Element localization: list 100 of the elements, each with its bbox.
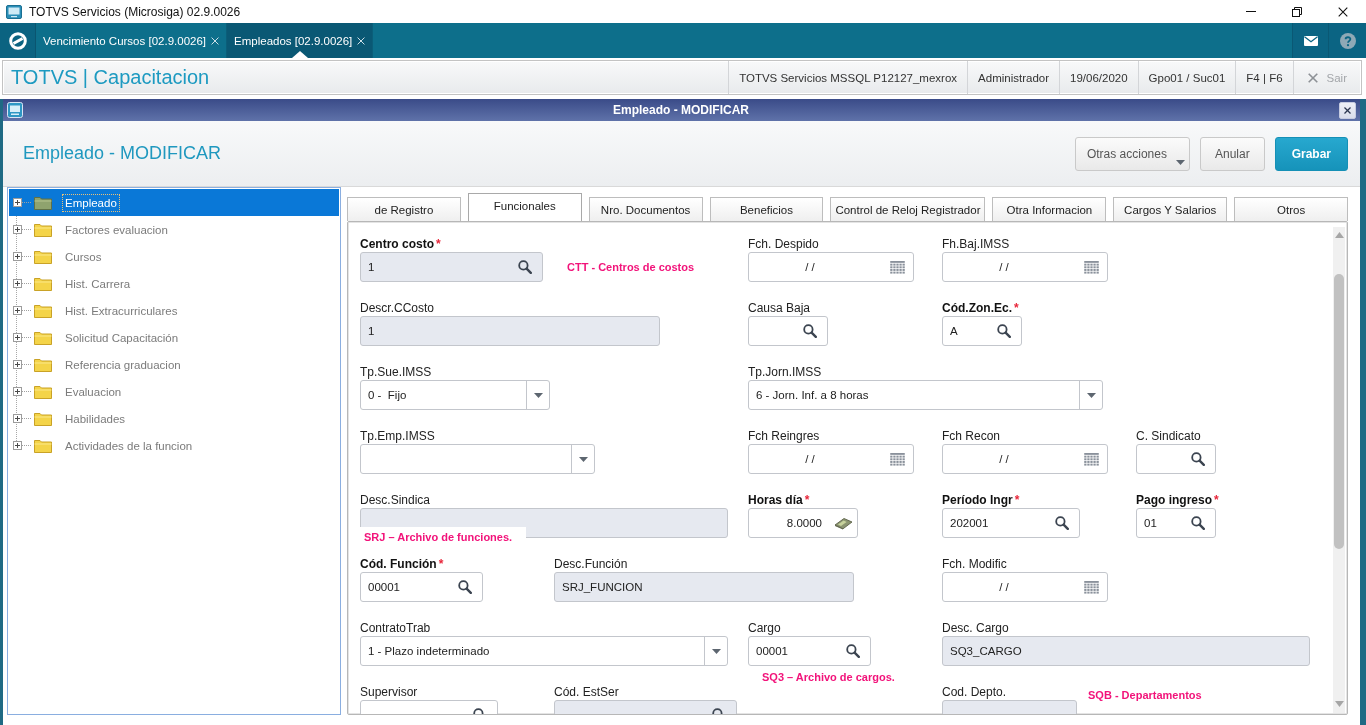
lookup-field[interactable]: 00001 bbox=[748, 636, 871, 666]
expand-icon[interactable] bbox=[13, 279, 22, 288]
expand-icon[interactable] bbox=[13, 333, 22, 342]
header-info: 19/06/2020 bbox=[1059, 61, 1138, 94]
calendar-icon[interactable] bbox=[1084, 452, 1099, 466]
restore-icon[interactable] bbox=[1292, 6, 1302, 17]
text-field[interactable]: SRJ_FUNCION bbox=[554, 572, 854, 602]
field-label: Centro costo bbox=[360, 237, 434, 252]
window-title: TOTVS Servicios (Microsiga) 02.9.0026 bbox=[29, 4, 241, 19]
field-label: ContratoTrab bbox=[360, 621, 431, 636]
annotation-text: CTT - Centros de costos bbox=[567, 261, 695, 273]
date-field[interactable]: / / bbox=[942, 252, 1108, 282]
tab[interactable]: Beneficios bbox=[709, 197, 824, 221]
dropdown-field[interactable]: 1 - Plazo indeterminado bbox=[360, 636, 728, 666]
lookup-field[interactable]: 01 bbox=[1136, 508, 1216, 538]
field-label: Fh.Baj.IMSS bbox=[942, 237, 1010, 252]
dropdown-field[interactable]: 6 - Jorn. Inf. a 8 horas bbox=[748, 380, 1103, 410]
date-field[interactable]: / / bbox=[748, 252, 914, 282]
folder-icon bbox=[34, 330, 52, 345]
dialog-heading: Empleado - MODIFICAR bbox=[23, 143, 222, 164]
tree-item[interactable]: Habilidades bbox=[9, 405, 339, 432]
search-icon[interactable] bbox=[846, 644, 860, 658]
scrollbar[interactable] bbox=[1333, 227, 1345, 713]
search-icon[interactable] bbox=[458, 580, 472, 594]
lookup-field[interactable] bbox=[1136, 444, 1216, 474]
expand-icon[interactable] bbox=[13, 198, 22, 207]
header-info: Administrador bbox=[967, 61, 1060, 94]
mail-icon[interactable] bbox=[1303, 35, 1318, 46]
caret-icon bbox=[711, 648, 721, 654]
tree-item[interactable]: Factores evaluacion bbox=[9, 216, 339, 243]
field-label: Fch Reingres bbox=[748, 429, 820, 444]
search-icon[interactable] bbox=[1191, 452, 1205, 466]
annotation-text: SQ3 – Archivo de cargos. bbox=[762, 671, 895, 683]
folder-icon bbox=[34, 276, 52, 291]
tree-item[interactable]: Cursos bbox=[9, 243, 339, 270]
search-icon[interactable] bbox=[997, 324, 1011, 338]
tab[interactable]: Nro. Documentos bbox=[588, 197, 703, 221]
search-icon[interactable] bbox=[803, 324, 817, 338]
field-label: Tp.Sue.IMSS bbox=[360, 365, 432, 380]
close-button[interactable] bbox=[1339, 101, 1356, 119]
search-icon[interactable] bbox=[518, 260, 532, 274]
header-info: TOTVS Servicios MSSQL P12127_mexrox bbox=[728, 61, 968, 94]
tree-item[interactable]: Referencia graduacion bbox=[9, 351, 339, 378]
field-label: Cód. EstSer bbox=[554, 685, 619, 700]
app-tab[interactable]: Empleados [02.9.0026] bbox=[227, 23, 374, 58]
tab[interactable]: Otros bbox=[1234, 197, 1348, 221]
lookup-field[interactable]: A bbox=[942, 316, 1022, 346]
actions-button[interactable]: Otras acciones bbox=[1074, 136, 1190, 171]
close-icon[interactable] bbox=[1338, 6, 1348, 17]
help-icon[interactable] bbox=[1339, 32, 1356, 49]
ring-logo-icon[interactable] bbox=[8, 31, 27, 50]
tab[interactable]: Control de Reloj Registrador bbox=[830, 197, 986, 221]
expand-icon[interactable] bbox=[13, 360, 22, 369]
tree-item[interactable]: Hist. Extracurriculares bbox=[9, 297, 339, 324]
expand-icon[interactable] bbox=[13, 387, 22, 396]
lookup-field[interactable]: 1 bbox=[360, 252, 543, 282]
lookup-field[interactable]: 00001 bbox=[360, 572, 483, 602]
date-field[interactable]: / / bbox=[942, 444, 1108, 474]
lookup-field[interactable]: 202001 bbox=[942, 508, 1080, 538]
lookup-field[interactable] bbox=[748, 316, 828, 346]
dropdown-field[interactable]: 0 - Fijo bbox=[360, 380, 550, 410]
expand-icon[interactable] bbox=[13, 441, 22, 450]
calendar-icon[interactable] bbox=[890, 260, 905, 274]
dialog-title: Empleado - MODIFICAR bbox=[612, 103, 750, 117]
date-field[interactable]: / / bbox=[748, 444, 914, 474]
dropdown-field[interactable] bbox=[360, 444, 595, 474]
expand-icon[interactable] bbox=[13, 252, 22, 261]
tree-item[interactable]: Empleado bbox=[9, 189, 339, 216]
caret-icon bbox=[1086, 392, 1096, 398]
text-field[interactable]: 1 bbox=[360, 316, 660, 346]
scrollbar-thumb[interactable] bbox=[1334, 274, 1344, 549]
tab[interactable]: Cargos Y Salarios bbox=[1113, 197, 1228, 221]
text-field[interactable]: SQ3_CARGO bbox=[942, 636, 1310, 666]
cancel-button[interactable]: Anular bbox=[1199, 136, 1265, 171]
tree-item[interactable]: Actividades de la funcion bbox=[9, 432, 339, 459]
field-label: Tp.Emp.IMSS bbox=[360, 429, 435, 444]
calculator-icon[interactable] bbox=[834, 516, 853, 530]
tree-item[interactable]: Hist. Carrera bbox=[9, 270, 339, 297]
calendar-icon[interactable] bbox=[1084, 580, 1099, 594]
tab[interactable]: Otra Informacion bbox=[992, 197, 1107, 221]
calendar-icon[interactable] bbox=[890, 452, 905, 466]
expand-icon[interactable] bbox=[13, 225, 22, 234]
search-icon[interactable] bbox=[1055, 516, 1069, 530]
field-label: Fch. Modific bbox=[942, 557, 1007, 572]
caret-icon bbox=[578, 456, 588, 462]
date-field[interactable]: / / bbox=[942, 572, 1108, 602]
required-mark: * bbox=[804, 493, 810, 508]
calendar-icon[interactable] bbox=[1084, 260, 1099, 274]
expand-icon[interactable] bbox=[13, 414, 22, 423]
tab[interactable]: Funcionales bbox=[467, 193, 582, 221]
close-icon[interactable] bbox=[1344, 106, 1351, 114]
expand-icon[interactable] bbox=[13, 306, 22, 315]
number-field[interactable]: 8.0000 bbox=[748, 508, 858, 538]
folder-icon bbox=[34, 438, 52, 453]
field-label: Cód.Zon.Ec. bbox=[942, 301, 1012, 316]
tree-item[interactable]: Solicitud Capacitación bbox=[9, 324, 339, 351]
field-label: Fch. Despido bbox=[748, 237, 819, 252]
tab[interactable]: de Registro bbox=[347, 197, 461, 221]
tree-item[interactable]: Evaluacion bbox=[9, 378, 339, 405]
search-icon[interactable] bbox=[1191, 516, 1205, 530]
